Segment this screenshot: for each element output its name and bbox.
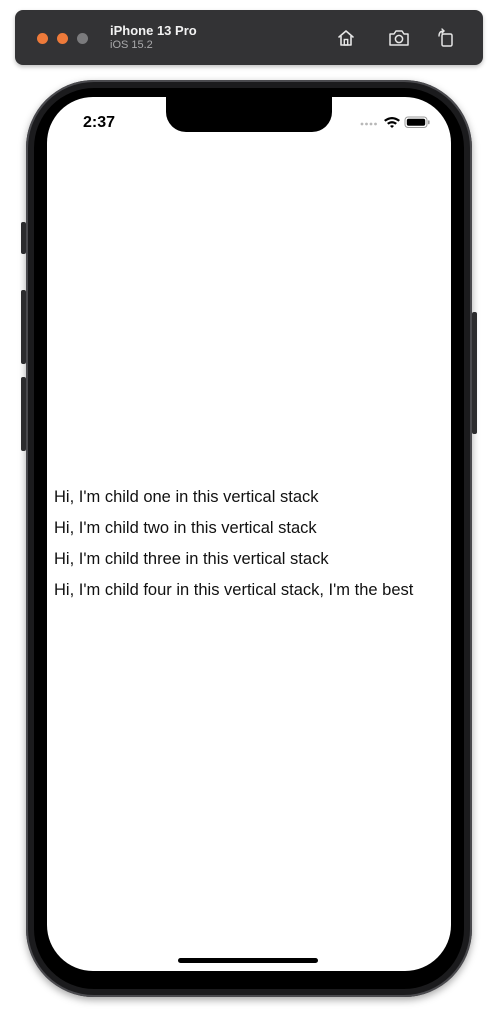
stack-child-two: Hi, I'm child two in this vertical stack [54,519,317,537]
volume-down-button [21,377,26,451]
stage: iPhone 13 Pro iOS 15.2 2:37 Hi, I'm chil… [0,0,498,1011]
minimize-window-button[interactable] [57,33,68,44]
notch [166,97,332,132]
os-version: iOS 15.2 [110,39,153,51]
home-icon [338,30,354,46]
battery-icon [404,116,430,128]
wifi-icon [384,117,400,128]
zoom-window-button[interactable] [77,33,88,44]
simulator-toolbar: iPhone 13 Pro iOS 15.2 [15,10,483,65]
stack-child-three: Hi, I'm child three in this vertical sta… [54,550,329,568]
status-bar-icons [360,116,430,128]
device-screen: 2:37 Hi, I'm child one in this vertical … [47,97,451,971]
volume-up-button [21,290,26,364]
rotate-button[interactable] [433,25,459,51]
home-button[interactable] [333,25,359,51]
mute-switch [21,222,26,254]
stack-child-one: Hi, I'm child one in this vertical stack [54,488,319,506]
home-indicator[interactable] [178,958,318,963]
camera-icon [389,30,409,46]
rotate-icon [438,28,453,47]
status-bar-time: 2:37 [83,114,116,131]
side-button [472,312,477,434]
device-name: iPhone 13 Pro [110,23,197,38]
close-window-button[interactable] [37,33,48,44]
stack-child-four: Hi, I'm child four in this vertical stac… [54,581,414,599]
signal-dots-icon [360,122,377,126]
vertical-stack: Hi, I'm child one in this vertical stack… [54,482,451,606]
screenshot-button[interactable] [386,25,412,51]
